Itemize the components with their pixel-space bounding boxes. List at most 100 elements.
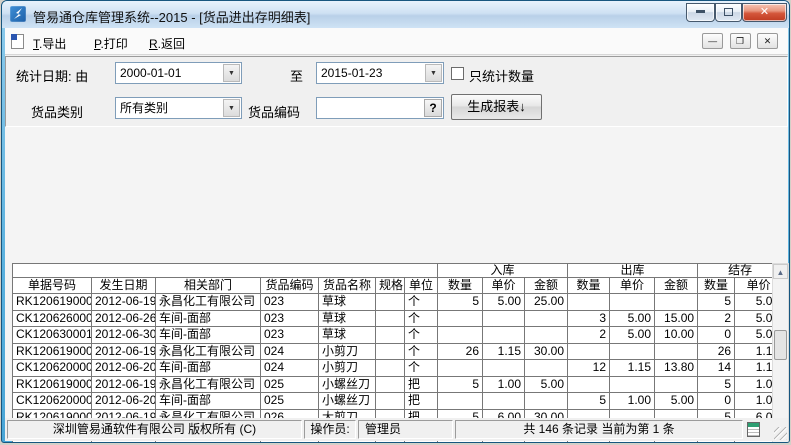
grid-cell xyxy=(525,327,568,344)
window-title: 管易通仓库管理系统--2015 - [货品进出存明细表] xyxy=(33,7,310,26)
chevron-down-icon[interactable]: ▼ xyxy=(425,64,442,82)
category-combobox[interactable]: 所有类别 ▼ xyxy=(115,97,242,119)
menu-print[interactable]: P.打印 xyxy=(88,33,134,54)
table-row[interactable]: RK12061900052012-06-19永昌化工有限公司027白板块818.… xyxy=(13,442,773,443)
table-row[interactable]: RK12061900052012-06-19永昌化工有限公司024小剪刀个261… xyxy=(13,343,773,360)
copyright-text: 深圳管易通软件有限公司 版权所有 (C) xyxy=(7,420,302,439)
qty-only-checkbox[interactable] xyxy=(451,67,464,80)
grid-cell: CK1206200006 xyxy=(13,360,92,377)
grid-cell: 个 xyxy=(405,327,438,344)
grid-cell: 027 xyxy=(261,442,319,443)
chevron-down-icon[interactable]: ▼ xyxy=(223,64,240,82)
mdi-restore-button[interactable]: ❐ xyxy=(730,33,751,49)
menu-return-hotkey: R xyxy=(149,37,158,51)
grid-cell: 车间-面部 xyxy=(156,310,261,327)
grid-cell xyxy=(483,360,525,377)
vertical-scrollbar[interactable]: ▲ ▼ xyxy=(772,263,789,443)
column-header: 单价 xyxy=(483,278,525,294)
grid-cell: CK1206200006 xyxy=(13,393,92,410)
date-to-label: 至 xyxy=(290,66,303,85)
grid-cell xyxy=(483,327,525,344)
mdi-minimize-button[interactable]: — xyxy=(702,33,723,49)
date-to-combobox[interactable]: 2015-01-23 ▼ xyxy=(316,62,444,84)
column-header: 单据号码 xyxy=(13,278,92,294)
column-header: 单位 xyxy=(405,278,438,294)
grid-cell: 2012-06-19 xyxy=(92,343,156,360)
grid-cell: 1.00 xyxy=(735,393,772,410)
lookup-button[interactable]: ? xyxy=(424,99,442,117)
column-header: 规格 xyxy=(376,278,405,294)
grid-cell xyxy=(610,442,655,443)
table-row[interactable]: CK12063000162012-06-30车间-面部023草球个25.0010… xyxy=(13,327,773,344)
category-value: 所有类别 xyxy=(120,101,168,115)
menu-return-label: .返回 xyxy=(158,37,185,51)
scroll-up-icon[interactable]: ▲ xyxy=(773,264,788,279)
grid-cell: 5.00 xyxy=(735,294,772,311)
grid-cell: 8 xyxy=(698,442,735,443)
minimize-button[interactable] xyxy=(686,3,715,22)
column-header: 单价 xyxy=(610,278,655,294)
grid-cell: 5 xyxy=(568,393,610,410)
grid-cell xyxy=(483,393,525,410)
close-button[interactable]: ✕ xyxy=(742,3,787,22)
grid-cell: 永昌化工有限公司 xyxy=(156,376,261,393)
minimize-icon xyxy=(696,10,705,13)
grid-cell: 2012-06-20 xyxy=(92,360,156,377)
menu-export[interactable]: T.导出 xyxy=(27,33,72,54)
grid-cell xyxy=(376,327,405,344)
operator-value: 管理员 xyxy=(358,420,453,439)
mdi-close-button[interactable]: ✕ xyxy=(757,33,778,49)
grid-cell: 2 xyxy=(698,310,735,327)
group-header-blank xyxy=(13,264,438,278)
chevron-down-icon[interactable]: ▼ xyxy=(223,99,240,117)
menu-return[interactable]: R.返回 xyxy=(143,33,191,54)
maximize-button[interactable] xyxy=(715,3,742,22)
column-header: 单价 xyxy=(735,278,772,294)
menu-export-label: .导出 xyxy=(39,37,66,51)
resize-grip[interactable] xyxy=(774,427,787,440)
record-count-text: 共 146 条记录 当前为第 1 条 xyxy=(455,420,743,439)
grid-cell: 永昌化工有限公司 xyxy=(156,294,261,311)
item-code-input[interactable]: ? xyxy=(316,97,444,119)
grid-cell: 5.00 xyxy=(655,393,698,410)
grid-cell: 1.15 xyxy=(735,360,772,377)
table-row[interactable]: RK12061900052012-06-19永昌化工有限公司023草球个55.0… xyxy=(13,294,773,311)
grid-cell: 5 xyxy=(698,376,735,393)
column-header: 发生日期 xyxy=(92,278,156,294)
table-row[interactable]: CK12062600092012-06-26车间-面部023草球个35.0015… xyxy=(13,310,773,327)
grid-cell: 永昌化工有限公司 xyxy=(156,442,261,443)
grid-cell xyxy=(376,360,405,377)
grid-cell xyxy=(610,294,655,311)
column-header: 货品名称 xyxy=(319,278,376,294)
grid-cell: 12 xyxy=(568,360,610,377)
vertical-scroll-thumb[interactable] xyxy=(774,330,787,360)
grid-cell xyxy=(376,294,405,311)
column-header: 数量 xyxy=(698,278,735,294)
grid-cell xyxy=(525,310,568,327)
table-row[interactable]: RK12061900052012-06-19永昌化工有限公司025小螺丝刀把51… xyxy=(13,376,773,393)
grid-cell xyxy=(655,442,698,443)
grid-cell: 1.00 xyxy=(735,376,772,393)
grid-cell xyxy=(376,442,405,443)
table-row[interactable]: CK12062000062012-06-20车间-面部024小剪刀个121.15… xyxy=(13,360,773,377)
category-label: 货品类别 xyxy=(31,102,83,121)
app-icon xyxy=(10,6,26,22)
grid-cell xyxy=(525,393,568,410)
table-row[interactable]: CK12062000062012-06-20车间-面部025小螺丝刀把51.00… xyxy=(13,393,773,410)
close-icon: ✕ xyxy=(760,6,769,18)
column-header: 相关部门 xyxy=(156,278,261,294)
grid-cell: 0 xyxy=(698,393,735,410)
grid-cell: 2 xyxy=(568,327,610,344)
generate-report-button[interactable]: 生成报表↓ xyxy=(451,94,542,120)
grid-cell: 023 xyxy=(261,294,319,311)
status-bar: 深圳管易通软件有限公司 版权所有 (C) 操作员: 管理员 共 146 条记录 … xyxy=(5,418,788,441)
report-grid-viewport: 入库 出库 结存 单据号码发生日期相关部门货品编码货品名称规格单位数量单价金额数… xyxy=(12,263,772,443)
grid-cell: 2012-06-20 xyxy=(92,393,156,410)
date-from-combobox[interactable]: 2000-01-01 ▼ xyxy=(115,62,242,84)
grid-cell xyxy=(438,360,483,377)
grid-cell: 5.00 xyxy=(735,327,772,344)
grid-cell: 0 xyxy=(698,327,735,344)
grid-cell: 小螺丝刀 xyxy=(319,376,376,393)
column-header: 金额 xyxy=(655,278,698,294)
grid-cell xyxy=(655,376,698,393)
